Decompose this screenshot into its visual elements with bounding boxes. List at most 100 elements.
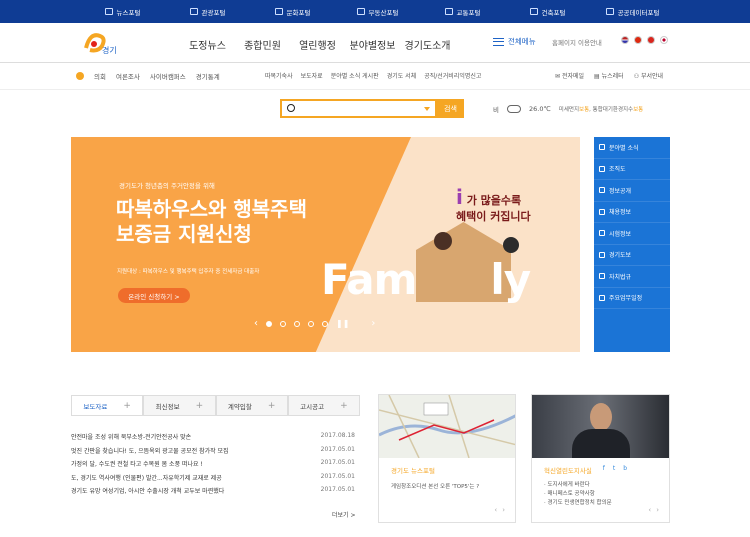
scale-icon (599, 273, 605, 280)
plus-icon: + (340, 400, 348, 411)
list-item[interactable]: 멋진 간판을 찾습니다! 도, 으뜸옥외 광고물 공모전 참가작 모집 2017.… (71, 446, 355, 460)
slide-dot[interactable] (322, 320, 328, 327)
crane-icon (529, 8, 538, 15)
china-flag-icon[interactable] (634, 36, 642, 44)
banner-title: 따복하우스와 행복주택 보증금 지원신청 (116, 197, 307, 246)
prev-arrow-icon[interactable]: ‹ (254, 318, 258, 329)
tab-press[interactable]: 보도자료 + (71, 395, 144, 415)
main-banner[interactable]: 경기도가 청년층의 주거안정을 위해 따복하우스와 행복주택 보증금 지원신청 지… (71, 137, 580, 352)
gyeonggi-logo[interactable]: 경기 (80, 28, 120, 58)
next-icon[interactable]: › (502, 506, 505, 514)
tab-latest[interactable]: 최신정보 + (143, 395, 216, 415)
next-icon[interactable]: › (656, 506, 659, 514)
quick-disclosure[interactable]: 정보공개 (594, 180, 670, 202)
pause-icon[interactable]: ❚❚ (336, 319, 349, 328)
pin-icon (189, 8, 198, 15)
list-item[interactable]: 안전마을 조성 위해 북부소방-전기안전공사 맞손 2017.08.18 (71, 432, 355, 446)
dropdown-arrow-icon[interactable] (424, 107, 430, 111)
homepage-guide-link[interactable]: 홈페이지 이용안내 (552, 37, 602, 47)
next-arrow-icon[interactable]: › (371, 318, 375, 329)
car-icon (444, 8, 453, 15)
util-dept[interactable]: ⚇ 부서안내 (634, 71, 663, 80)
card-title: 경기도 뉴스포털 (391, 467, 435, 475)
child-image (434, 232, 452, 250)
portal-tour[interactable]: 관광포털 (165, 0, 250, 23)
slide-dot[interactable] (266, 320, 272, 327)
util-poll[interactable]: 여론조사 (116, 71, 140, 81)
governor-card[interactable]: 혁신열린도지사실 f t b · 도지사에게 바란다 · 매니페스토 공약사항 · 경기… (531, 394, 670, 523)
gnb-civil[interactable]: 종합민원 (235, 37, 290, 52)
util-campus[interactable]: 사이버캠퍼스 (150, 71, 186, 81)
data-icon (605, 8, 614, 15)
blog-icon[interactable]: b (623, 465, 627, 472)
gnb-about[interactable]: 경기도소개 (400, 37, 455, 52)
list-item[interactable]: 도, 경기도 역사여행 (인물편) 발간...자유학기제 교재로 제공 2017.… (71, 473, 355, 487)
sns-links: ftb (603, 465, 627, 472)
portal-opendata[interactable]: 공공데이터포털 (590, 0, 675, 23)
us-flag-icon[interactable] (621, 36, 629, 44)
newsletter-icon: ▤ (594, 73, 602, 80)
quick-schedule[interactable]: 주요업무일정 (594, 288, 670, 309)
utility-bar: 의회 여론조사 사이버캠퍼스 경기통계 따복기숙사 보도자료 분야별 소식 게시… (0, 63, 750, 90)
portal-culture[interactable]: 문화포털 (250, 0, 335, 23)
svg-text:경기: 경기 (102, 45, 117, 55)
calendar-icon (599, 294, 605, 301)
quick-law[interactable]: 자치법규 (594, 266, 670, 288)
more-link[interactable]: 더보기 > (332, 510, 356, 519)
quick-gazette[interactable]: 경기도보 (594, 245, 670, 266)
list-item[interactable]: 가정의 달, 수도권 전철 타고 수목원 봄 소풍 떠나요 ! 2017.05.0… (71, 459, 355, 473)
prev-icon[interactable]: ‹ (648, 506, 651, 514)
person-icon: ⚇ (633, 73, 641, 80)
gnb-info[interactable]: 분야별정보 (345, 37, 400, 52)
twitter-icon[interactable]: t (613, 465, 615, 472)
face-shape (590, 403, 612, 431)
japan-flag-icon[interactable] (660, 36, 668, 44)
book-icon (599, 251, 605, 258)
quick-exam[interactable]: 시험정보 (594, 223, 670, 245)
weather-condition: 비 (493, 106, 499, 114)
util-dorm[interactable]: 따복기숙사 (265, 71, 293, 80)
util-email[interactable]: ✉ 전자메일 (555, 71, 584, 80)
all-menu-button[interactable]: 전체메뉴 (493, 36, 536, 47)
portal-news[interactable]: 뉴스포털 (80, 0, 165, 23)
slide-dot[interactable] (294, 320, 300, 327)
suit-shape (572, 429, 630, 458)
gnb-news[interactable]: 도정뉴스 (180, 37, 235, 52)
quick-org[interactable]: 조직도 (594, 159, 670, 180)
facebook-icon[interactable]: f (603, 465, 605, 472)
governor-photo (532, 395, 669, 458)
apply-online-button[interactable]: 온라인 신청하기 > (118, 288, 190, 303)
prev-icon[interactable]: ‹ (494, 506, 497, 514)
util-council[interactable]: 의회 (94, 71, 106, 81)
portal-architecture[interactable]: 건축포털 (505, 0, 590, 23)
news-icon (599, 144, 605, 151)
search-button[interactable]: 검색 (437, 99, 464, 118)
search-input[interactable] (280, 99, 437, 118)
cloud-icon (506, 105, 521, 113)
council-icon (76, 72, 84, 80)
plus-icon: + (195, 400, 204, 411)
util-report[interactable]: 공직/선거비리익명신고 (424, 71, 481, 80)
util-press[interactable]: 보도자료 (301, 71, 323, 80)
slide-dot[interactable] (280, 320, 286, 327)
plus-icon: + (123, 400, 131, 411)
util-stats[interactable]: 경기통계 (196, 71, 220, 81)
util-font[interactable]: 경기도 서체 (387, 71, 417, 80)
portal-realestate[interactable]: 부동산포털 (335, 0, 420, 23)
tab-bid[interactable]: 계약입찰 + (215, 395, 288, 415)
slide-dot[interactable] (308, 320, 314, 327)
gnb-admin[interactable]: 열린행정 (290, 37, 345, 52)
list-item[interactable]: 경기도 유망 여성기업, 아시안 수출시장 개척 교두보 마련했다 2017.05… (71, 486, 355, 500)
quick-jobs[interactable]: 채용정보 (594, 202, 670, 223)
util-newsletter[interactable]: ▤ 뉴스레터 (594, 71, 624, 80)
vietnam-flag-icon[interactable] (647, 36, 655, 44)
pin-icon (599, 230, 605, 237)
map-image (379, 395, 515, 458)
quick-news[interactable]: 분야별 소식 (594, 137, 670, 159)
portal-traffic[interactable]: 교통포털 (420, 0, 505, 23)
news-portal-card[interactable]: 경기도 뉴스포털 게임창조오디션 본선 오른 'TOP5'는 ? ‹ › (378, 394, 516, 523)
util-board[interactable]: 분야별 소식 게시판 (331, 71, 379, 80)
tab-notice[interactable]: 고시공고 + (287, 395, 360, 415)
search-row: 검색 비 26.0℃ 미세먼지보통, 통합대기환경지수보통 (0, 90, 750, 137)
language-flags (621, 36, 668, 44)
